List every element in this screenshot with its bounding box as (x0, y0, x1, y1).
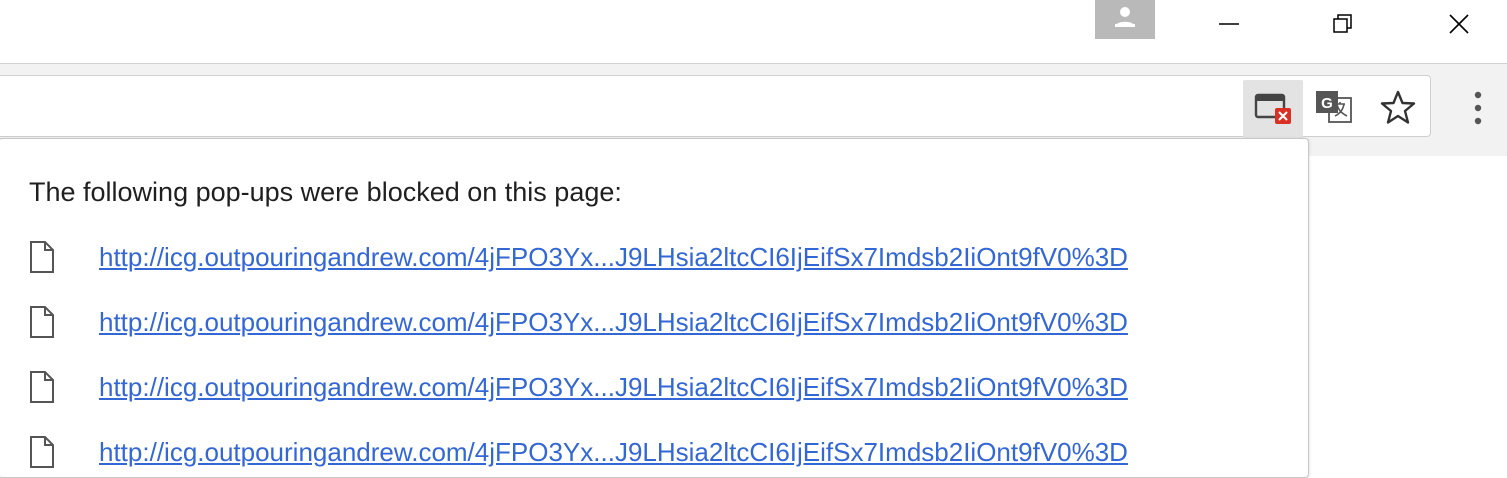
svg-text:G: G (1321, 95, 1333, 112)
blocked-popup-link[interactable]: http://icg.outpouringandrew.com/4jFPO3Yx… (99, 307, 1128, 338)
list-item[interactable]: http://icg.outpouringandrew.com/4jFPO3Yx… (29, 302, 1128, 342)
file-icon (29, 432, 63, 472)
list-item[interactable]: http://icg.outpouringandrew.com/4jFPO3Yx… (29, 237, 1128, 277)
blocked-popup-link[interactable]: http://icg.outpouringandrew.com/4jFPO3Yx… (99, 437, 1128, 468)
file-icon (29, 237, 63, 277)
address-bar[interactable] (0, 75, 1431, 137)
browser-menu-button[interactable] (1456, 78, 1500, 142)
popup-blocked-bubble: The following pop-ups were blocked on th… (0, 138, 1309, 478)
translate-button[interactable]: G (1304, 80, 1364, 140)
bookmark-star-button[interactable] (1368, 80, 1428, 140)
translate-icon: G (1314, 88, 1354, 133)
popup-blocked-button[interactable] (1243, 80, 1303, 140)
blocked-popup-link[interactable]: http://icg.outpouringandrew.com/4jFPO3Yx… (99, 242, 1128, 273)
file-icon (29, 367, 63, 407)
minimize-icon (1217, 12, 1241, 41)
popup-blocked-icon (1253, 90, 1293, 131)
file-icon (29, 302, 63, 342)
blocked-popup-link[interactable]: http://icg.outpouringandrew.com/4jFPO3Yx… (99, 372, 1128, 403)
bubble-title: The following pop-ups were blocked on th… (29, 177, 622, 207)
list-item[interactable]: http://icg.outpouringandrew.com/4jFPO3Yx… (29, 432, 1128, 472)
profile-button[interactable] (1095, 0, 1155, 39)
close-button[interactable] (1431, 0, 1487, 52)
restore-icon (1331, 12, 1355, 41)
person-icon (1113, 5, 1137, 34)
list-item[interactable]: http://icg.outpouringandrew.com/4jFPO3Yx… (29, 367, 1128, 407)
restore-button[interactable] (1315, 0, 1371, 52)
kebab-menu-icon (1473, 90, 1483, 131)
star-icon (1379, 89, 1417, 132)
window-titlebar (0, 0, 1507, 64)
minimize-button[interactable] (1201, 0, 1257, 52)
close-icon (1447, 12, 1471, 41)
